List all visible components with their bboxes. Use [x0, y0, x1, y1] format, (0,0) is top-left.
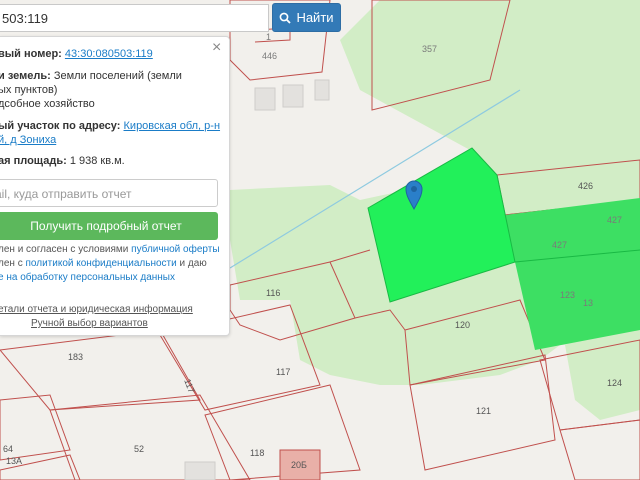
cad-number-link[interactable]: 43:30:080503:119 — [65, 48, 153, 60]
consent-line-1: лен и согласен с условиями публичной офе… — [0, 243, 220, 257]
get-report-button[interactable]: Получить подробный отчет — [0, 212, 218, 240]
address-link[interactable]: Кировская обл, р-н — [124, 120, 221, 132]
parcel-label: 427 — [607, 215, 622, 225]
parcel-label: 426 — [578, 181, 593, 191]
personal-data-link[interactable]: е на обработку персональных данных — [0, 271, 175, 285]
category-value-cont: ых пунктов) — [0, 84, 58, 96]
use-value: дсобное хозяйство — [0, 98, 95, 110]
close-icon[interactable]: × — [212, 40, 221, 56]
parcel-label: 427 — [552, 240, 567, 250]
parcel-label: 120 — [455, 320, 470, 330]
parcel-label: 124 — [607, 378, 622, 388]
parcel-label: 52 — [134, 444, 144, 454]
parcel-label: 13 — [583, 298, 593, 308]
cad-number-label: вый номер: — [0, 48, 62, 60]
category-value: Земли поселений (земли — [53, 70, 182, 82]
parcel-label: 20Б — [291, 460, 307, 470]
area-row: ая площадь: 1 938 кв.м. — [0, 154, 125, 168]
parcel-label: 357 — [422, 44, 437, 54]
consent-text: лен и согласен с условиями — [0, 244, 132, 255]
consent-text: и даю — [176, 258, 207, 269]
area-value: 1 938 кв.м. — [69, 155, 125, 167]
search-button-label: Найти — [296, 10, 334, 25]
address-row: ый участок по адресу: Кировская обл, р-н — [0, 119, 220, 133]
parcel-label: 446 — [262, 51, 277, 61]
parcel-label: 183 — [68, 352, 83, 362]
parcel-label: 121 — [476, 406, 491, 416]
offer-link[interactable]: публичной оферты — [131, 244, 219, 255]
category-label: и земель: — [0, 70, 51, 82]
search-icon — [280, 12, 292, 24]
parcel-label: 116 — [266, 288, 280, 298]
manual-selection-link[interactable]: Ручной выбор вариантов — [31, 317, 148, 331]
parcel-label: 117 — [276, 367, 290, 377]
email-field[interactable]: ail, куда отправить отчет — [0, 179, 218, 207]
cad-number-row: вый номер: 43:30:080503:119 — [0, 47, 153, 61]
address-label: ый участок по адресу: — [0, 120, 121, 132]
category-row: и земель: Земли поселений (земли — [0, 69, 182, 83]
greenery-area — [565, 330, 640, 420]
consent-text: лен с — [0, 258, 26, 269]
search-input[interactable]: 503:119 — [0, 4, 269, 32]
parcel-label: 64 — [3, 444, 13, 454]
area-label: ая площадь: — [0, 155, 67, 167]
parcel-label: 13А — [6, 456, 22, 466]
parcel-label: 118 — [250, 448, 264, 458]
parcel-label: 1 — [266, 32, 271, 42]
address-link-cont[interactable]: й, д Зониха — [0, 133, 56, 147]
consent-line-2: лен с политикой конфиденциальности и даю — [0, 257, 207, 271]
parcel-info-panel: × вый номер: 43:30:080503:119 и земель: … — [0, 36, 230, 336]
report-details-link[interactable]: етали отчета и юридическая информация — [0, 303, 193, 317]
search-button[interactable]: Найти — [272, 3, 341, 32]
privacy-policy-link[interactable]: политикой конфиденциальности — [25, 258, 176, 269]
parcel-label: 123 — [560, 290, 575, 300]
